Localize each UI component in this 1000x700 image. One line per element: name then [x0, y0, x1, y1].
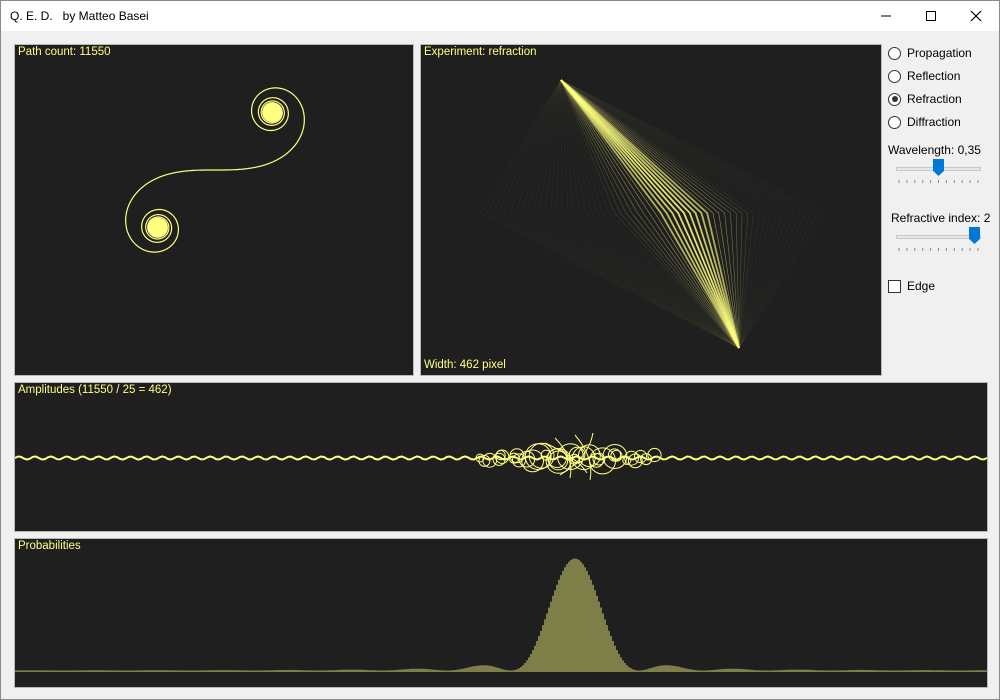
radio-circle: [888, 115, 901, 129]
mode-radio-reflection[interactable]: Reflection: [888, 67, 960, 85]
radio-circle-selected: [888, 92, 901, 106]
probabilities-plot: [15, 558, 987, 672]
spiral-end-point: [147, 217, 168, 238]
title-bar: Q. E. D. by Matteo Basei: [1, 1, 999, 31]
checkbox-box: [888, 279, 901, 293]
app-window: Q. E. D. by Matteo Basei Path count: 115…: [0, 0, 1000, 700]
slider-ticks: [898, 248, 979, 251]
maximize-icon: [926, 11, 936, 21]
maximize-button[interactable]: [908, 1, 954, 31]
mode-label: Reflection: [907, 69, 961, 83]
amplitudes-label: Amplitudes (11550 / 25 = 462): [18, 384, 172, 396]
mode-label: Diffraction: [907, 115, 961, 129]
width-label: Width: 462 pixel: [424, 359, 506, 371]
edge-label: Edge: [907, 279, 936, 293]
refractive-index-slider[interactable]: [896, 222, 981, 252]
amplitudes-plot: [15, 432, 987, 481]
path-count-label: Path count: 11550: [18, 46, 111, 58]
light-path: [560, 79, 740, 349]
slider-thumb[interactable]: [933, 159, 944, 176]
radio-circle: [888, 69, 901, 83]
slider-thumb[interactable]: [969, 227, 980, 244]
close-icon: [970, 10, 982, 22]
light-path: [556, 79, 740, 349]
mode-label: Refraction: [907, 92, 962, 106]
experiment-rays-plot: [480, 79, 824, 349]
amplitude-band: [15, 455, 987, 461]
paths-panel: Path count: 11550: [14, 44, 414, 376]
spiral-end-point: [262, 102, 283, 123]
minimize-button[interactable]: [863, 1, 909, 31]
close-button[interactable]: [953, 1, 999, 31]
window-title: Q. E. D. by Matteo Basei: [10, 9, 149, 23]
experiment-panel: Experiment: refraction Width: 462 pixel: [420, 44, 882, 376]
wavelength-slider[interactable]: [896, 154, 981, 184]
probabilities-label: Probabilities: [18, 540, 81, 552]
mode-radio-diffraction[interactable]: Diffraction: [888, 113, 961, 131]
mode-radio-refraction[interactable]: Refraction: [888, 90, 962, 108]
mode-label: Propagation: [907, 46, 972, 60]
probabilities-panel: Probabilities: [14, 538, 988, 688]
radio-circle: [888, 46, 901, 60]
slider-track: [896, 235, 981, 239]
minimize-icon: [881, 15, 891, 17]
slider-ticks: [898, 180, 979, 183]
edge-checkbox[interactable]: Edge: [888, 278, 935, 294]
mode-radio-propagation[interactable]: Propagation: [888, 44, 972, 62]
experiment-label: Experiment: refraction: [424, 46, 537, 58]
amplitudes-panel: Amplitudes (11550 / 25 = 462): [14, 382, 988, 532]
path-spiral-plot: [125, 87, 305, 253]
amplitude-loop: [589, 453, 604, 468]
